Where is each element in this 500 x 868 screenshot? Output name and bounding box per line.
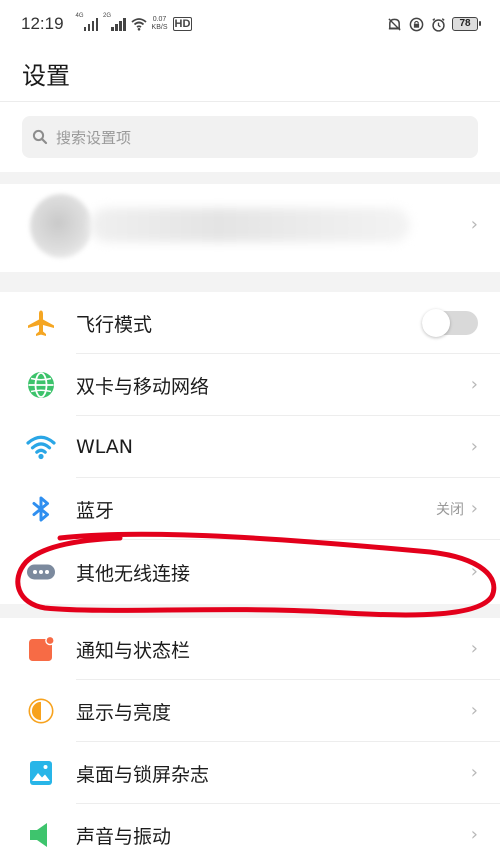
speed-unit: KB/S bbox=[151, 24, 168, 31]
settings-item-label: 声音与振动 bbox=[76, 825, 172, 848]
battery-icon: 78 bbox=[452, 17, 481, 31]
account-name-redacted bbox=[90, 208, 410, 242]
chevron-right-icon: › bbox=[470, 700, 478, 722]
settings-item-label: 显示与亮度 bbox=[76, 701, 172, 724]
screen-lock-icon bbox=[408, 16, 424, 32]
chevron-right-icon: › bbox=[470, 374, 478, 396]
globe-icon bbox=[26, 370, 56, 400]
settings-item-dual-sim-network[interactable]: 双卡与移动网络 › bbox=[0, 354, 500, 416]
settings-item-label: 双卡与移动网络 bbox=[76, 375, 210, 398]
chevron-right-icon: › bbox=[470, 498, 478, 520]
signal-icon: 2G bbox=[103, 13, 126, 31]
notification-icon bbox=[26, 634, 56, 664]
settings-item-label: 飞行模式 bbox=[76, 313, 153, 336]
page-title: 设置 bbox=[22, 62, 70, 90]
settings-item-label: 其他无线连接 bbox=[76, 562, 191, 585]
settings-item-other-wireless[interactable]: 其他无线连接 › bbox=[0, 540, 500, 604]
section-separator bbox=[0, 272, 500, 292]
status-bar: 12:19 4G 2G 0.07 KB/S HD 78 bbox=[0, 0, 500, 48]
chevron-right-icon: › bbox=[470, 824, 478, 846]
chevron-right-icon: › bbox=[470, 561, 478, 583]
settings-item-desktop-lockscreen[interactable]: 桌面与锁屏杂志 › bbox=[0, 742, 500, 804]
airplane-mode-toggle[interactable] bbox=[422, 309, 478, 337]
settings-item-label: WLAN bbox=[76, 436, 134, 458]
alarm-bell-icon bbox=[386, 16, 402, 32]
hd-icon: HD bbox=[172, 17, 193, 31]
status-time: 12:19 bbox=[21, 14, 64, 33]
wallpaper-icon bbox=[26, 758, 56, 788]
settings-item-bluetooth[interactable]: 蓝牙 关闭 › bbox=[0, 478, 500, 540]
more-dots-icon bbox=[26, 557, 56, 587]
sim2-network-tag: 2G bbox=[103, 13, 112, 19]
settings-screen: 12:19 4G 2G 0.07 KB/S HD 78 设置 搜索设置项 › 飞… bbox=[0, 0, 500, 868]
settings-item-airplane-mode[interactable]: 飞行模式 bbox=[0, 292, 500, 354]
settings-item-label: 蓝牙 bbox=[76, 499, 115, 522]
settings-item-label: 桌面与锁屏杂志 bbox=[76, 763, 210, 786]
chevron-right-icon: › bbox=[470, 214, 478, 235]
speed-value: 0.07 bbox=[152, 16, 167, 23]
search-icon bbox=[32, 129, 48, 145]
status-right: 78 bbox=[386, 16, 481, 32]
title-divider bbox=[0, 101, 500, 102]
section-separator bbox=[0, 172, 500, 184]
sim1-network-tag: 4G bbox=[75, 13, 84, 19]
account-card[interactable]: › bbox=[0, 184, 500, 272]
settings-item-notifications[interactable]: 通知与状态栏 › bbox=[0, 618, 500, 680]
search-placeholder: 搜索设置项 bbox=[56, 128, 132, 147]
airplane-icon bbox=[26, 308, 56, 338]
network-speed: 0.07 KB/S bbox=[152, 16, 168, 32]
chevron-right-icon: › bbox=[470, 762, 478, 784]
clock-icon bbox=[430, 16, 446, 32]
wifi-icon bbox=[26, 432, 56, 462]
settings-item-sound[interactable]: 声音与振动 › bbox=[0, 804, 500, 866]
chevron-right-icon: › bbox=[470, 638, 478, 660]
status-left: 12:19 4G 2G 0.07 KB/S HD bbox=[21, 13, 193, 34]
brightness-icon bbox=[26, 696, 56, 726]
avatar bbox=[30, 194, 92, 258]
settings-item-wlan[interactable]: WLAN › bbox=[0, 416, 500, 478]
speaker-icon bbox=[26, 820, 56, 850]
section-separator bbox=[0, 604, 500, 618]
bluetooth-icon bbox=[26, 494, 56, 524]
status-indicators: 4G 2G 0.07 KB/S HD bbox=[76, 13, 193, 32]
signal-icon: 4G bbox=[76, 13, 99, 31]
settings-item-label: 通知与状态栏 bbox=[76, 639, 191, 662]
bluetooth-status: 关闭 bbox=[436, 502, 464, 518]
wifi-icon bbox=[130, 16, 147, 32]
settings-item-display[interactable]: 显示与亮度 › bbox=[0, 680, 500, 742]
search-input[interactable]: 搜索设置项 bbox=[22, 116, 478, 158]
chevron-right-icon: › bbox=[470, 436, 478, 458]
toggle-knob bbox=[422, 309, 450, 337]
